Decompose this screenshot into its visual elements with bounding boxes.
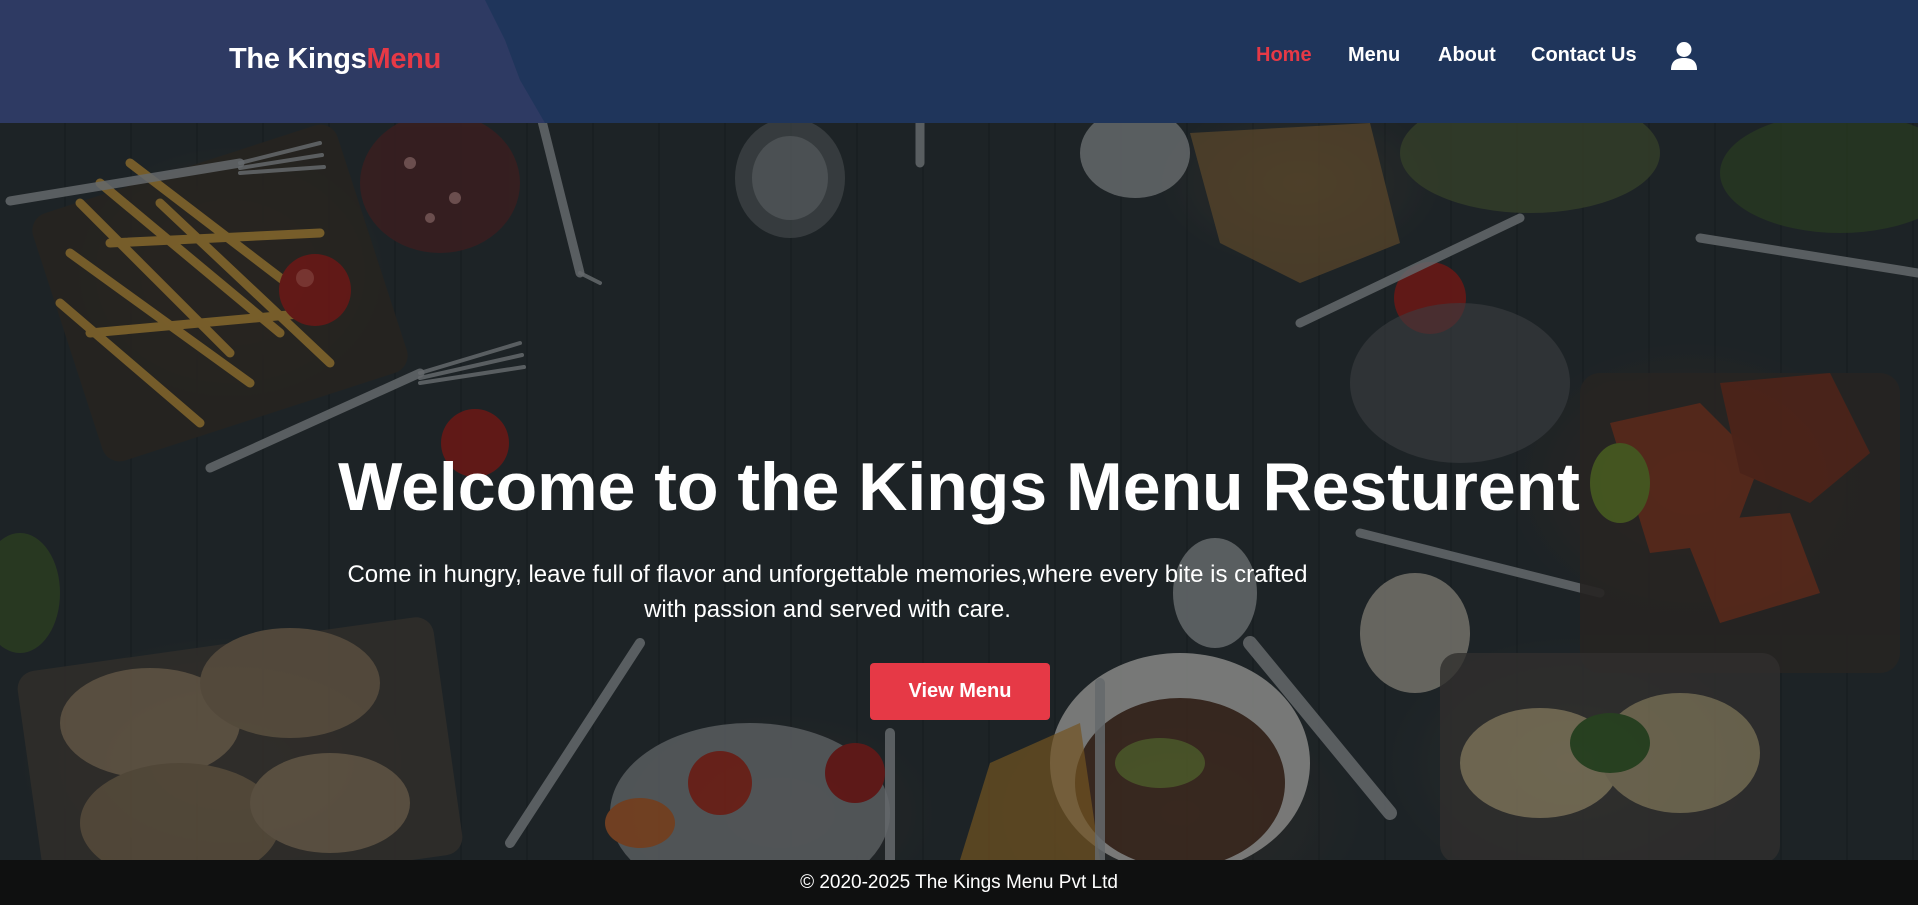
hero-section: Welcome to the Kings Menu Resturent Come…	[0, 123, 1918, 860]
view-menu-button[interactable]: View Menu	[870, 663, 1050, 720]
brand-logo[interactable]: The KingsMenu	[229, 43, 441, 76]
brand-name: The Kings	[229, 43, 367, 75]
copyright-text: © 2020-2025 The Kings Menu Pvt Ltd	[800, 872, 1118, 893]
brand-name-accent: Menu	[366, 43, 441, 75]
nav-menu-link[interactable]: Menu	[1348, 44, 1400, 67]
hero-subtitle: Come in hungry, leave full of flavor and…	[347, 561, 1308, 623]
nav-about-link[interactable]: About	[1438, 44, 1496, 67]
nav-contact-link[interactable]: Contact Us	[1531, 44, 1637, 67]
site-header: The KingsMenu Home Menu About Contact Us	[0, 0, 1918, 123]
hero-title: Welcome to the Kings Menu Resturent	[338, 449, 1580, 525]
user-icon-glyph	[1671, 42, 1697, 70]
user-icon[interactable]	[1670, 41, 1698, 71]
site-footer: © 2020-2025 The Kings Menu Pvt Ltd	[0, 860, 1918, 905]
nav-home-link[interactable]: Home	[1256, 44, 1312, 67]
